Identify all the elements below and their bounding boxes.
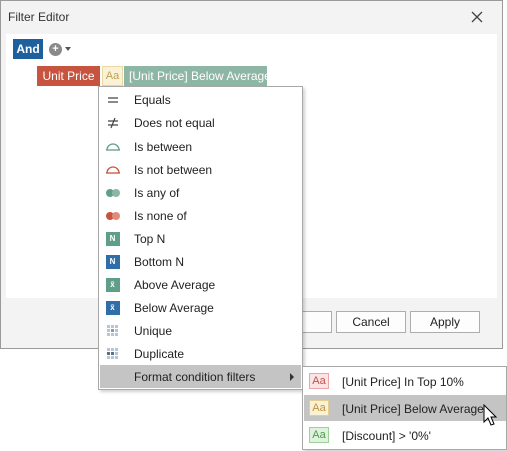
field-name-chip[interactable]: Unit Price bbox=[37, 66, 100, 86]
plus-circle-icon: + bbox=[49, 42, 62, 56]
submenu-item-below-average[interactable]: Aa [Unit Price] Below Average bbox=[304, 395, 506, 421]
not-between-icon bbox=[104, 161, 121, 178]
between-icon bbox=[104, 138, 121, 155]
submenu-item-in-top-10[interactable]: Aa [Unit Price] In Top 10% bbox=[304, 368, 506, 394]
title-bar: Filter Editor bbox=[1, 1, 502, 34]
format-aa-icon: Aa bbox=[309, 400, 329, 416]
menu-item-below-average[interactable]: x̄ Below Average bbox=[100, 296, 301, 319]
format-aa-icon: Aa bbox=[309, 427, 329, 443]
menu-item-duplicate[interactable]: Duplicate bbox=[100, 342, 301, 365]
apply-button[interactable]: Apply bbox=[410, 311, 480, 333]
format-aa-icon: Aa bbox=[102, 66, 123, 86]
above-average-icon: x̄ bbox=[104, 276, 121, 293]
unique-icon bbox=[104, 322, 121, 339]
menu-item-is-none-of[interactable]: Is none of bbox=[100, 204, 301, 227]
equals-icon bbox=[104, 91, 121, 108]
menu-item-above-average[interactable]: x̄ Above Average bbox=[100, 273, 301, 296]
menu-item-unique[interactable]: Unique bbox=[100, 319, 301, 342]
menu-item-is-not-between[interactable]: Is not between bbox=[100, 158, 301, 181]
menu-item-top-n[interactable]: N Top N bbox=[100, 227, 301, 250]
operator-menu: Equals Does not equal Is between Is not … bbox=[98, 86, 303, 390]
below-average-icon: x̄ bbox=[104, 299, 121, 316]
any-of-icon bbox=[104, 184, 121, 201]
menu-item-format-condition-filters[interactable]: Format condition filters bbox=[100, 365, 301, 388]
format-condition-submenu: Aa [Unit Price] In Top 10% Aa [Unit Pric… bbox=[302, 366, 507, 450]
duplicate-icon bbox=[104, 345, 121, 362]
top-n-icon: N bbox=[104, 230, 121, 247]
not-equal-icon bbox=[104, 114, 121, 131]
menu-item-does-not-equal[interactable]: Does not equal bbox=[100, 111, 301, 134]
format-aa-icon: Aa bbox=[309, 373, 329, 389]
menu-item-is-any-of[interactable]: Is any of bbox=[100, 181, 301, 204]
mouse-cursor-icon bbox=[483, 404, 498, 426]
menu-item-equals[interactable]: Equals bbox=[100, 88, 301, 111]
cancel-button[interactable]: Cancel bbox=[336, 311, 406, 333]
window-title: Filter Editor bbox=[8, 10, 70, 24]
bottom-n-icon: N bbox=[104, 253, 121, 270]
condition-operator-chip[interactable]: [Unit Price] Below Average bbox=[124, 66, 271, 86]
chevron-down-icon bbox=[65, 47, 71, 51]
submenu-item-discount[interactable]: Aa [Discount] > '0%' bbox=[304, 422, 506, 448]
add-condition-button[interactable]: + bbox=[49, 41, 77, 57]
group-operator-button[interactable]: And bbox=[13, 39, 43, 59]
none-of-icon bbox=[104, 207, 121, 224]
submenu-arrow-icon bbox=[290, 373, 294, 381]
close-button[interactable] bbox=[465, 5, 489, 29]
menu-item-bottom-n[interactable]: N Bottom N bbox=[100, 250, 301, 273]
menu-item-is-between[interactable]: Is between bbox=[100, 135, 301, 158]
close-icon bbox=[471, 11, 483, 23]
